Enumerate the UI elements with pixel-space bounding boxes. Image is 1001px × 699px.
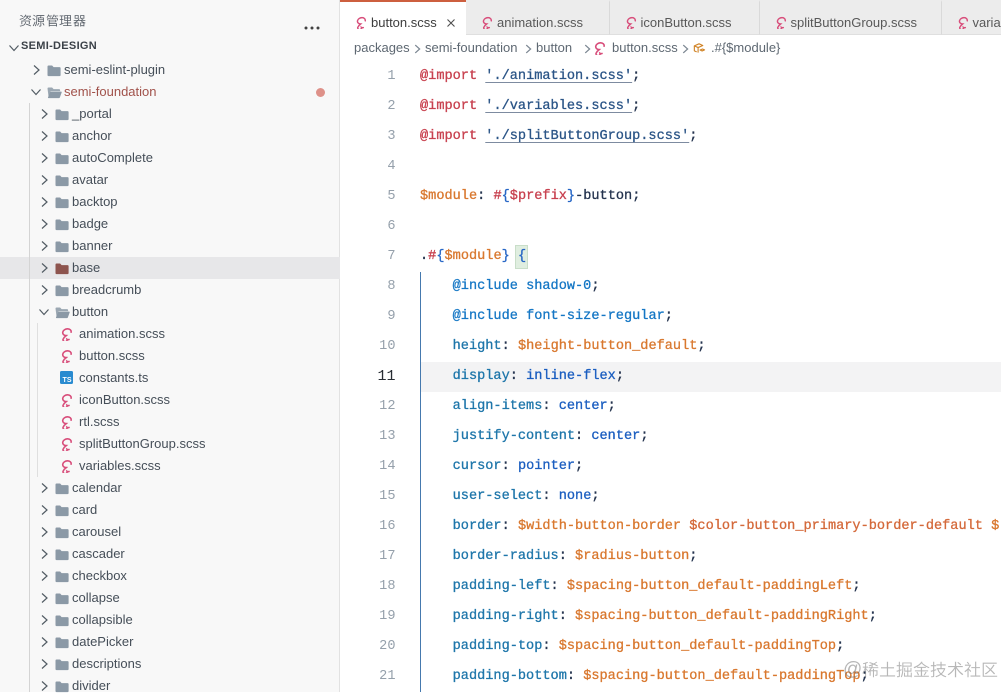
svg-text:TS: TS xyxy=(63,377,72,384)
